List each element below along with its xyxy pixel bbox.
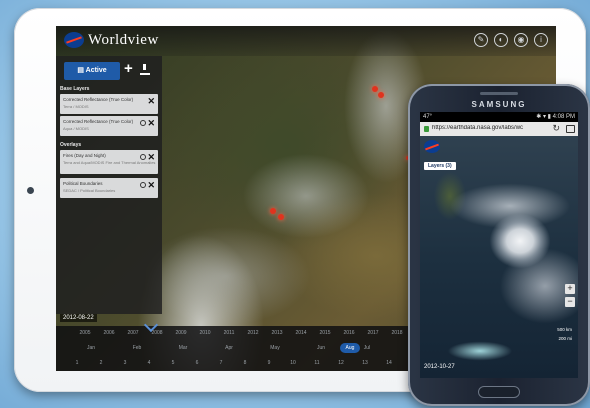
timeline-month[interactable]: Apr (218, 345, 240, 351)
timeline-day[interactable]: 3 (114, 360, 136, 366)
timeline-day[interactable]: 11 (306, 360, 328, 366)
timeline-year[interactable]: 2012 (242, 330, 264, 336)
download-icon[interactable] (140, 64, 150, 75)
url-text[interactable]: https://earthdata.nasa.gov/labs/wc (432, 125, 550, 131)
tabs-icon[interactable] (566, 125, 575, 133)
timeline-year[interactable]: 2007 (122, 330, 144, 336)
top-bar: Worldview ✎ ◐ ◉ i (56, 26, 556, 56)
timeline-year[interactable]: 2017 (362, 330, 384, 336)
close-icon[interactable]: ✕ (147, 152, 155, 163)
timeline-day[interactable]: 9 (258, 360, 280, 366)
status-bar: 47° ✱ ▾ ▮ 4:08 PM (420, 112, 578, 122)
reload-icon[interactable]: ↻ (552, 123, 560, 134)
visibility-icon[interactable] (140, 182, 146, 188)
timeline-months: JanFebMarAprMayJunJulAug (80, 345, 424, 351)
info-icon[interactable]: i (534, 33, 548, 47)
close-icon[interactable]: ✕ (147, 180, 155, 191)
phone-brand: SAMSUNG (471, 100, 527, 109)
timeline-month[interactable]: Jun (310, 345, 332, 351)
timeline-month[interactable]: Jan (80, 345, 102, 351)
selected-month[interactable]: Aug (340, 343, 360, 353)
fire-marker (270, 208, 276, 214)
fire-marker (378, 92, 384, 98)
phone-date: 2012-10-27 (424, 364, 455, 370)
layer-item[interactable]: Political Boundaries SEDAC / Political B… (60, 178, 158, 198)
timeline-day[interactable]: 10 (282, 360, 304, 366)
zoom-in-button[interactable]: + (565, 284, 575, 294)
current-date[interactable]: 2012-08-22 (60, 314, 97, 322)
timeline-year[interactable]: 2010 (194, 330, 216, 336)
phone-speaker (480, 92, 518, 95)
timeline-year[interactable]: 2013 (266, 330, 288, 336)
fire-marker (372, 86, 378, 92)
camera-icon[interactable]: ◉ (514, 33, 528, 47)
timeline-day[interactable]: 1 (66, 360, 88, 366)
timeline-day[interactable]: 6 (186, 360, 208, 366)
pencil-icon[interactable]: ✎ (474, 33, 488, 47)
fire-marker (278, 214, 284, 220)
timeline-year[interactable]: 2008 (146, 330, 168, 336)
section-title-base-layers: Base Layers (60, 86, 90, 92)
browser-url-bar[interactable]: https://earthdata.nasa.gov/labs/wc ↻ (420, 122, 578, 136)
timeline-year[interactable]: 2009 (170, 330, 192, 336)
timeline-day[interactable]: 8 (234, 360, 256, 366)
tablet-home-button[interactable] (27, 187, 34, 194)
scale-km: 500 km (557, 327, 572, 332)
lock-icon (424, 126, 429, 132)
timeline-day[interactable]: 14 (378, 360, 400, 366)
timeline-day[interactable]: 4 (138, 360, 160, 366)
section-title-overlays: Overlays (60, 142, 82, 148)
layer-item[interactable]: Corrected Reflectance (True Color) Terra… (60, 94, 158, 114)
timeline-month[interactable]: Mar (172, 345, 194, 351)
phone-home-button[interactable] (478, 386, 520, 398)
app-title: Worldview (88, 32, 159, 48)
add-layer-icon[interactable]: + (124, 60, 133, 77)
visibility-icon[interactable] (140, 120, 146, 126)
timeline-day[interactable]: 7 (210, 360, 232, 366)
timeline-year[interactable]: 2005 (74, 330, 96, 336)
close-icon[interactable]: ✕ (147, 118, 155, 129)
phone-satellite-map[interactable] (420, 136, 578, 378)
timeline-day[interactable]: 2 (90, 360, 112, 366)
timeline-month[interactable]: Feb (126, 345, 148, 351)
timeline-day[interactable]: 12 (330, 360, 352, 366)
tab-active[interactable]: ▤ Active (64, 62, 120, 80)
nasa-logo (64, 32, 84, 48)
projection-icon[interactable]: ◐ (494, 33, 508, 47)
close-icon[interactable]: ✕ (147, 96, 155, 107)
layer-item[interactable]: Corrected Reflectance (True Color) Aqua … (60, 116, 158, 136)
phone-screen: 47° ✱ ▾ ▮ 4:08 PM https://earthdata.nasa… (420, 112, 578, 378)
scale-mi: 200 mi (558, 336, 572, 341)
layer-item[interactable]: Fires (Day and Night) Terra and Aqua/MOD… (60, 150, 158, 174)
layers-sidebar: ▤ Active + Base Layers Corrected Reflect… (56, 56, 162, 314)
timeline-year[interactable]: 2015 (314, 330, 336, 336)
timeline-month[interactable]: May (264, 345, 286, 351)
timeline-year[interactable]: 2011 (218, 330, 240, 336)
timeline-year[interactable]: 2018 (386, 330, 408, 336)
timeline-day[interactable]: 13 (354, 360, 376, 366)
timeline-year[interactable]: 2014 (290, 330, 312, 336)
timeline-year[interactable]: 2006 (98, 330, 120, 336)
timeline-day[interactable]: 5 (162, 360, 184, 366)
visibility-icon[interactable] (140, 154, 146, 160)
timeline-year[interactable]: 2016 (338, 330, 360, 336)
nasa-logo (424, 140, 440, 153)
phone-device: SAMSUNG 47° ✱ ▾ ▮ 4:08 PM https://earthd… (408, 84, 590, 406)
layers-button[interactable]: Layers (3) (424, 162, 456, 170)
zoom-out-button[interactable]: − (565, 297, 575, 307)
